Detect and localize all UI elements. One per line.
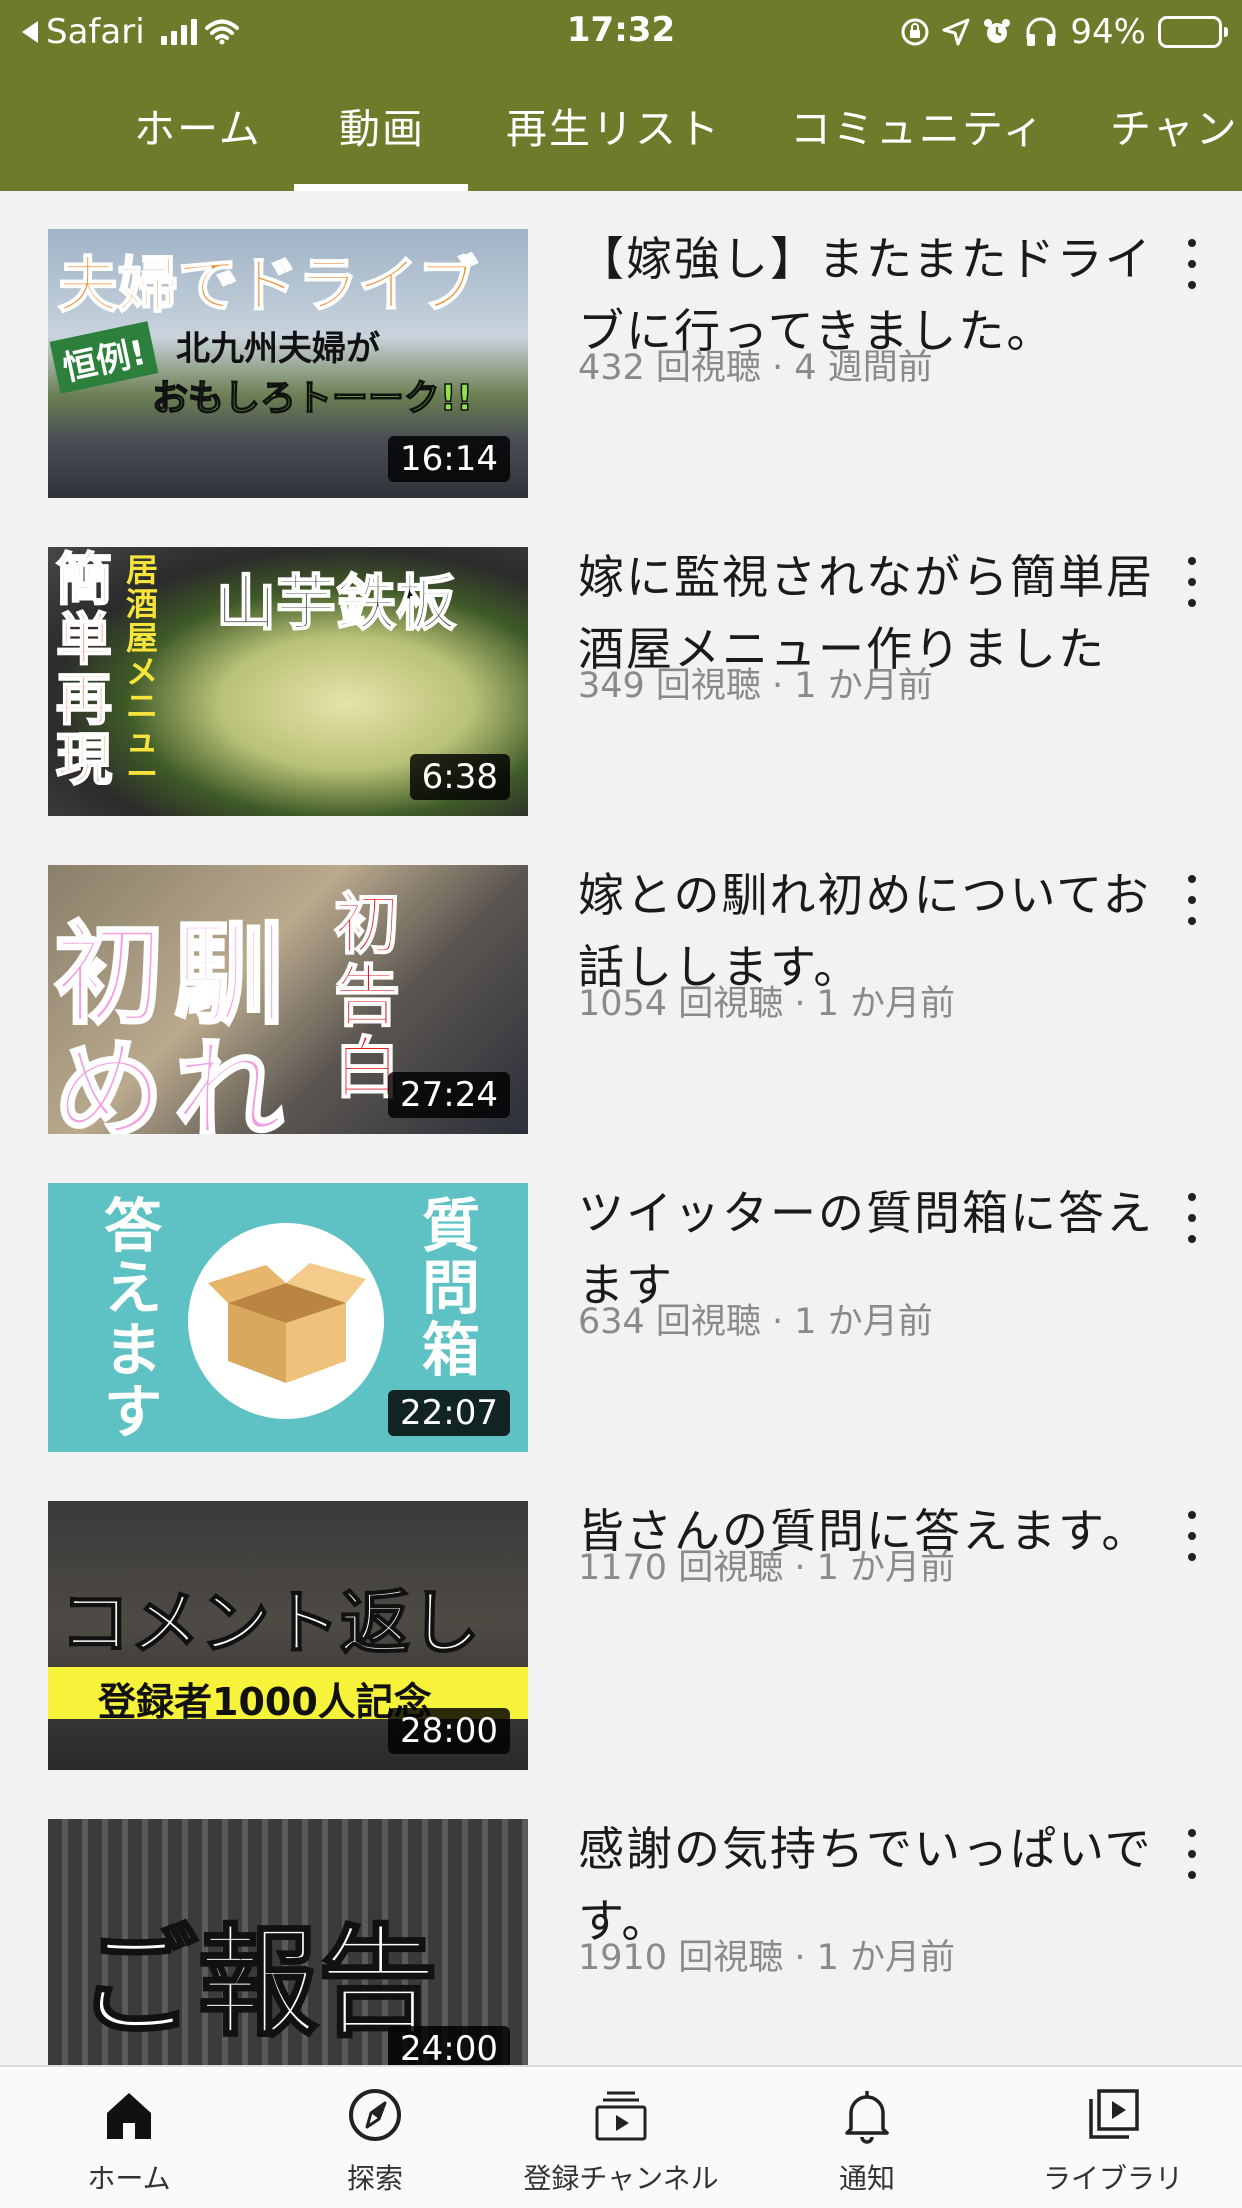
video-row[interactable]: ご報告 24:00 感謝の気持ちでいっぱいです。 1910 回視聴 · 1 か月… — [0, 1781, 1242, 2065]
nav-label: 登録チャンネル — [523, 2162, 719, 2195]
active-tab-indicator — [294, 184, 468, 191]
tab-playlists[interactable]: 再生リスト — [506, 95, 721, 155]
location-icon — [942, 18, 970, 46]
thumb-caption: 居酒屋メニュー — [126, 551, 159, 793]
more-options-icon[interactable] — [1180, 557, 1204, 607]
thumb-caption: 恒例! — [49, 321, 158, 394]
thumb-caption: 登録者1000人記念 — [98, 1680, 432, 1724]
tab-home[interactable]: ホーム — [134, 95, 262, 155]
video-meta: 1170 回視聴 · 1 か月前 — [578, 1548, 955, 1588]
video-meta: 349 回視聴 · 1 か月前 — [578, 666, 933, 706]
video-thumbnail[interactable]: 初 馴 め れ 初告白 27:24 — [48, 865, 528, 1134]
video-duration: 27:24 — [388, 1072, 510, 1118]
library-icon — [1089, 2089, 1139, 2139]
video-duration: 22:07 — [388, 1390, 510, 1436]
more-options-icon[interactable] — [1180, 239, 1204, 289]
tab-community[interactable]: コミュニティ — [790, 95, 1046, 155]
video-row[interactable]: 夫婦でドライブ 恒例! 北九州夫婦が おもしろトーーク!! 16:14 【嫁強し… — [0, 191, 1242, 509]
thumb-caption: 夫婦でドライブ — [57, 250, 479, 322]
video-thumbnail[interactable]: 答えます 質問箱 22:07 — [48, 1183, 528, 1452]
more-options-icon[interactable] — [1180, 1193, 1204, 1243]
tab-channels[interactable]: チャン — [1110, 95, 1239, 155]
cardboard-box-icon — [208, 1263, 366, 1383]
nav-home[interactable]: ホーム — [6, 2085, 252, 2197]
rotation-lock-icon — [901, 18, 929, 46]
video-duration: 16:14 — [388, 436, 510, 482]
thumb-caption: 簡単再現 — [55, 548, 113, 793]
thumb-caption: 答えます — [104, 1192, 163, 1446]
thumb-caption: コメント返し — [59, 1581, 481, 1665]
subscriptions-icon — [595, 2091, 647, 2141]
video-meta: 1054 回視聴 · 1 か月前 — [578, 984, 955, 1024]
video-row[interactable]: コメント返し 登録者1000人記念 28:00 皆さんの質問に答えます。 117… — [0, 1463, 1242, 1781]
bottom-navigation: ホーム 探索 登録チャンネル 通知 ライブラリ — [0, 2065, 1242, 2208]
thumb-caption: おもしろトーーク!! — [151, 377, 473, 420]
nav-notifications[interactable]: 通知 — [744, 2085, 990, 2197]
battery-icon — [1158, 16, 1228, 48]
video-thumbnail[interactable]: 夫婦でドライブ 恒例! 北九州夫婦が おもしろトーーク!! 16:14 — [48, 229, 528, 498]
channel-tabs: ホーム 動画 再生リスト コミュニティ チャン — [0, 95, 1242, 155]
home-icon — [107, 2093, 151, 2139]
alarm-icon — [984, 19, 1011, 43]
video-thumbnail[interactable]: ご報告 24:00 — [48, 1819, 528, 2065]
video-row[interactable]: 簡単再現 居酒屋メニュー 山芋鉄板 6:38 嫁に監視されながら簡単居酒屋メニュ… — [0, 509, 1242, 827]
thumb-caption: 質問箱 — [422, 1192, 481, 1384]
nav-label: 探索 — [346, 2162, 403, 2195]
nav-label: ホーム — [87, 2162, 171, 2195]
nav-label: 通知 — [838, 2162, 895, 2195]
bell-icon — [845, 2091, 889, 2144]
channel-header: Safari 17:32 94% ホーム 動画 再生リスト コミュニティ チャン — [0, 0, 1242, 191]
thumb-caption: 北九州夫婦が — [176, 329, 380, 369]
status-bar: Safari 17:32 94% — [0, 0, 1242, 62]
more-options-icon[interactable] — [1180, 1511, 1204, 1561]
video-row[interactable]: 答えます 質問箱 22:07 ツイッターの質問箱に答えます 634 回視聴 · … — [0, 1145, 1242, 1463]
thumb-caption: ご報告 — [77, 1913, 440, 2055]
video-duration: 28:00 — [388, 1708, 510, 1754]
nav-library[interactable]: ライブラリ — [990, 2085, 1236, 2197]
status-icons: 94% — [900, 12, 1228, 52]
video-meta: 432 回視聴 · 4 週間前 — [578, 348, 933, 388]
tab-videos[interactable]: 動画 — [339, 95, 425, 155]
thumb-caption: 山芋鉄板 — [215, 568, 457, 640]
more-options-icon[interactable] — [1180, 875, 1204, 925]
nav-subscriptions[interactable]: 登録チャンネル — [498, 2085, 744, 2197]
video-thumbnail[interactable]: 簡単再現 居酒屋メニュー 山芋鉄板 6:38 — [48, 547, 528, 816]
box-illustration — [188, 1223, 384, 1419]
video-row[interactable]: 初 馴 め れ 初告白 27:24 嫁との馴れ初めについてお話しします。 105… — [0, 827, 1242, 1145]
video-duration: 6:38 — [409, 754, 510, 800]
video-meta: 634 回視聴 · 1 か月前 — [578, 1302, 933, 1342]
video-thumbnail[interactable]: コメント返し 登録者1000人記念 28:00 — [48, 1501, 528, 1770]
nav-label: ライブラリ — [1042, 2162, 1183, 2195]
headphones-icon — [1026, 17, 1056, 46]
video-list: 夫婦でドライブ 恒例! 北九州夫婦が おもしろトーーク!! 16:14 【嫁強し… — [0, 191, 1242, 2065]
video-duration: 24:00 — [388, 2026, 510, 2065]
thumb-caption: め — [53, 1026, 166, 1135]
nav-explore[interactable]: 探索 — [252, 2085, 498, 2197]
compass-icon — [349, 2089, 401, 2141]
more-options-icon[interactable] — [1180, 1829, 1204, 1879]
thumb-caption: れ — [173, 1026, 286, 1135]
battery-percent: 94% — [1070, 12, 1146, 52]
video-meta: 1910 回視聴 · 1 か月前 — [578, 1938, 955, 1978]
